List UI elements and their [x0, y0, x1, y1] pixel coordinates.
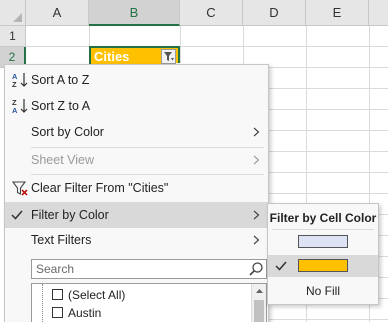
filter-dropdown-icon [163, 51, 174, 61]
menu-item-clear-filter[interactable]: Clear Filter From "Cities" [5, 175, 268, 201]
list-scrollbar[interactable] [251, 284, 266, 322]
checkmark-icon [275, 261, 287, 271]
tree-connector [42, 284, 43, 322]
color-swatch-light-blue [298, 235, 348, 248]
chevron-right-icon [253, 210, 260, 220]
column-header-f-partial[interactable] [369, 0, 388, 26]
gridline [26, 46, 388, 47]
search-input[interactable]: Search [31, 259, 267, 279]
checkbox-select-all[interactable] [52, 289, 63, 300]
row-header-1[interactable]: 1 [0, 26, 26, 47]
magnifier-icon[interactable] [248, 261, 264, 277]
menu-item-sheet-view: Sheet View [5, 147, 268, 173]
filter-dropdown-button[interactable] [161, 49, 176, 64]
sort-a-z-label: Sort A to Z [31, 73, 90, 87]
menu-item-sort-z-a[interactable]: Z A Sort Z to A [5, 93, 268, 119]
chevron-right-icon [253, 235, 260, 245]
color-option-light-blue[interactable] [268, 231, 378, 253]
menu-item-filter-by-color[interactable]: Filter by Color [5, 202, 268, 228]
filter-menu: A Z Sort A to Z Z A Sort Z to A Sort by … [4, 64, 269, 322]
menu-item-sort-a-z[interactable]: A Z Sort A to Z [5, 67, 268, 93]
svg-text:Z: Z [12, 80, 17, 89]
list-item-label: Austin [68, 306, 102, 320]
checkmark-icon [11, 210, 23, 220]
svg-text:A: A [12, 106, 18, 115]
list-item-label: (Select All) [68, 288, 126, 302]
scroll-up-arrow-icon[interactable] [255, 287, 264, 296]
select-all-corner[interactable] [0, 0, 26, 26]
column-header-d[interactable]: D [243, 0, 306, 26]
value-list: (Select All) Austin [31, 283, 267, 322]
cell-b2-text: Cities [94, 49, 130, 64]
menu-item-text-filters[interactable]: Text Filters [5, 227, 268, 253]
search-placeholder: Search [36, 262, 75, 276]
filter-by-color-submenu: Filter by Cell Color No Fill [267, 203, 379, 305]
checkbox-austin[interactable] [52, 307, 63, 318]
color-option-gold[interactable] [268, 255, 378, 277]
column-header-e[interactable]: E [306, 0, 369, 26]
sort-by-color-label: Sort by Color [31, 125, 104, 139]
column-header-a[interactable]: A [26, 0, 89, 26]
color-swatch-gold [298, 259, 348, 272]
sort-ascending-icon: A Z [12, 72, 28, 89]
scroll-thumb[interactable] [254, 300, 264, 322]
sort-z-a-label: Sort Z to A [31, 99, 91, 113]
column-header-b[interactable]: B [89, 0, 180, 26]
menu-item-sort-by-color[interactable]: Sort by Color [5, 119, 268, 145]
no-fill-option[interactable]: No Fill [268, 284, 378, 298]
sheet-view-label: Sheet View [31, 153, 95, 167]
corner-triangle-icon [13, 13, 22, 22]
clear-filter-label: Clear Filter From "Cities" [31, 181, 169, 195]
chevron-right-icon [253, 155, 260, 165]
submenu-separator [272, 229, 374, 230]
column-header-c[interactable]: C [180, 0, 243, 26]
filter-by-color-label: Filter by Color [31, 208, 109, 222]
text-filters-label: Text Filters [31, 233, 92, 247]
sort-descending-icon: Z A [12, 98, 28, 115]
submenu-title: Filter by Cell Color [269, 211, 377, 225]
chevron-right-icon [253, 127, 260, 137]
clear-filter-icon [11, 181, 28, 196]
